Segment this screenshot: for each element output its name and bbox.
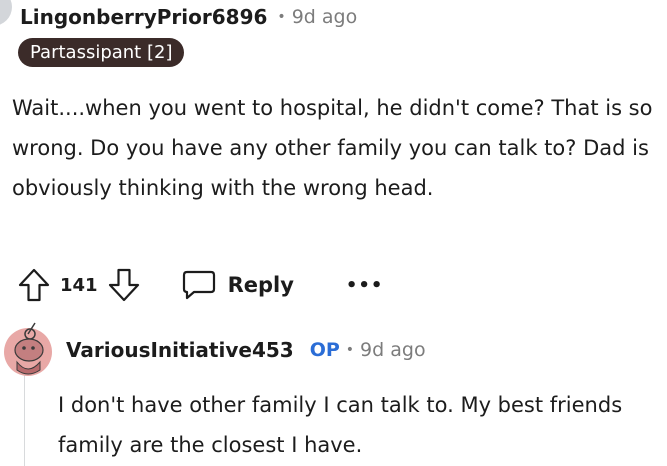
downvote-arrow-icon[interactable] bbox=[108, 268, 140, 302]
comment-body: I don't have other family I can talk to.… bbox=[58, 393, 623, 457]
comment-header: VariousInitiative453 OP • 9d ago bbox=[66, 334, 426, 366]
vote-count: 141 bbox=[60, 274, 98, 296]
op-badge: OP bbox=[309, 339, 340, 361]
comment-header: LingonberryPrior6896 • 9d ago bbox=[20, 2, 357, 32]
ellipsis-icon[interactable]: ••• bbox=[346, 275, 384, 296]
comment-body: Wait....when you went to hospital, he di… bbox=[12, 96, 653, 200]
avatar[interactable] bbox=[0, 0, 12, 26]
timestamp[interactable]: 9d ago bbox=[292, 6, 358, 28]
username-link[interactable]: VariousInitiative453 bbox=[66, 338, 294, 362]
comment-thread: LingonberryPrior6896 • 9d ago Partassipa… bbox=[0, 0, 667, 466]
user-flair: Partassipant [2] bbox=[18, 38, 185, 67]
snoo-avatar-icon[interactable] bbox=[3, 320, 53, 378]
upvote-arrow-icon[interactable] bbox=[18, 268, 50, 302]
separator-dot: • bbox=[345, 342, 355, 358]
reply-label: Reply bbox=[227, 273, 294, 297]
reply-button[interactable]: Reply bbox=[182, 270, 294, 300]
speech-bubble-icon bbox=[182, 270, 216, 300]
timestamp[interactable]: 9d ago bbox=[360, 339, 426, 361]
username-link[interactable]: LingonberryPrior6896 bbox=[20, 5, 267, 29]
comment-action-bar: 141 Reply ••• bbox=[18, 263, 383, 307]
separator-dot: • bbox=[277, 9, 286, 25]
